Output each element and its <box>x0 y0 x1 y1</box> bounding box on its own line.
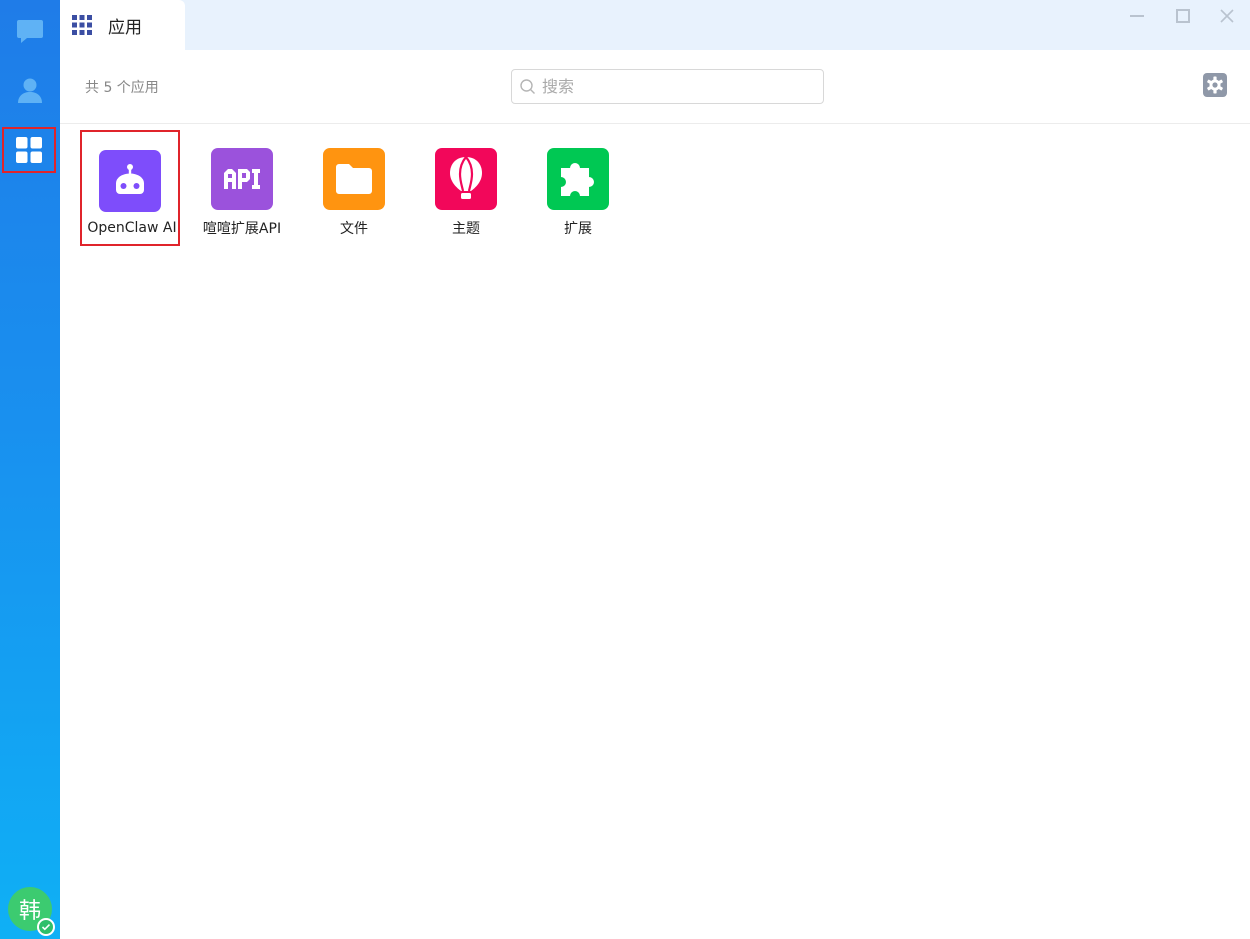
folder-icon <box>323 148 385 210</box>
chat-icon <box>17 20 43 43</box>
sidebar-item-contacts[interactable] <box>0 67 60 113</box>
app-xuanxuan-api[interactable]: 喧喧扩展API <box>192 130 292 246</box>
close-icon <box>1220 9 1234 23</box>
tab-apps[interactable]: 应用 <box>60 0 185 50</box>
app-files[interactable]: 文件 <box>304 130 404 246</box>
tab-bar: 应用 <box>60 0 1250 50</box>
maximize-button[interactable] <box>1172 5 1194 27</box>
minimize-icon <box>1130 15 1144 17</box>
check-icon <box>41 924 51 931</box>
balloon-icon <box>435 148 497 210</box>
person-icon <box>18 78 42 103</box>
search-box[interactable] <box>511 69 824 104</box>
gear-icon <box>1203 73 1227 97</box>
grid-dots-icon <box>72 15 92 35</box>
app-extensions[interactable]: 扩展 <box>528 130 628 246</box>
app-themes[interactable]: 主题 <box>416 130 516 246</box>
minimize-button[interactable] <box>1126 5 1148 27</box>
close-button[interactable] <box>1216 5 1238 27</box>
api-icon <box>211 148 273 210</box>
online-status-badge <box>37 918 55 936</box>
app-label: 扩展 <box>564 221 592 237</box>
search-input[interactable] <box>542 77 812 96</box>
avatar-text: 韩 <box>18 899 41 924</box>
puzzle-icon <box>547 148 609 210</box>
app-openclaw-ai[interactable]: OpenClaw AI <box>80 130 180 246</box>
maximize-icon <box>1176 9 1190 23</box>
settings-button[interactable] <box>1203 73 1227 97</box>
sidebar-item-apps[interactable] <box>2 127 56 173</box>
app-count-text: 共 5 个应用 <box>85 80 159 96</box>
apps-grid-icon <box>16 137 42 163</box>
apps-toolbar: 共 5 个应用 <box>60 50 1250 124</box>
tab-title: 应用 <box>108 17 142 38</box>
sidebar-item-chat[interactable] <box>0 8 60 54</box>
robot-icon <box>99 150 161 212</box>
search-icon <box>520 78 535 94</box>
sidebar: 韩 <box>0 0 60 939</box>
